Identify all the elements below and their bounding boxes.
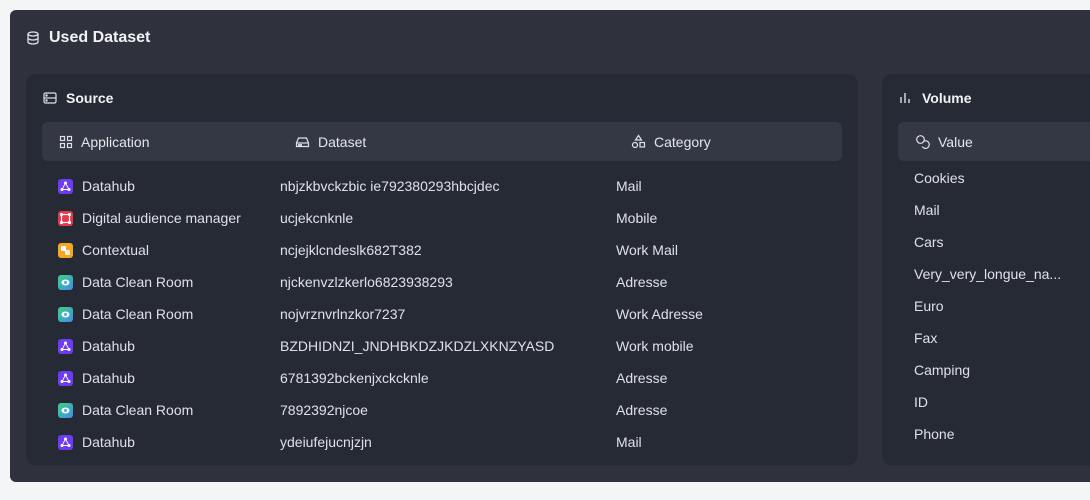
column-label-category: Category (654, 133, 711, 150)
server-icon (43, 91, 57, 105)
coins-icon (915, 134, 930, 149)
hard-drive-icon (295, 135, 310, 149)
volume-value-cell: Mail (914, 202, 940, 218)
volume-value-cell: Phone (914, 426, 955, 442)
column-header-value[interactable]: Value (915, 122, 973, 161)
dataset-cell: 7892392njcoe (280, 402, 368, 418)
volume-card-header: Volume (899, 90, 972, 106)
dataset-cell: BZDHIDNZI_JNDHBKDZJKDZLXKNZYASD (280, 338, 555, 354)
table-row[interactable]: Datahub 6781392bckenjxckcknle Adresse (26, 362, 858, 394)
table-row[interactable]: Data Clean Room 7892392njcoe Adresse (26, 394, 858, 426)
category-cell: Mobile (616, 210, 658, 226)
application-name: Datahub (82, 178, 135, 194)
category-cell: Work Adresse (616, 306, 703, 322)
table-row[interactable]: Digital audience manager ucjekcnknle Mobil… (26, 202, 858, 234)
application-name: Data Clean Room (82, 306, 194, 322)
dataset-cell: ncjejklcndeslk682T382 (280, 242, 422, 258)
application-name: Datahub (82, 370, 135, 386)
category-cell: Adresse (616, 402, 668, 418)
dataset-cell: ucjekcnknle (280, 210, 354, 226)
panel-title: Used Dataset (49, 29, 151, 46)
grid-icon (59, 135, 73, 149)
datahub-icon (58, 178, 73, 194)
category-cell: Adresse (616, 370, 668, 386)
application-cell: Datahub (58, 362, 135, 394)
volume-title: Volume (922, 90, 972, 106)
application-cell: Data Clean Room (58, 394, 193, 426)
shapes-icon (631, 134, 646, 149)
category-cell: Mail (616, 434, 642, 450)
application-name: Datahub (82, 338, 135, 354)
category-cell: Mail (616, 178, 642, 194)
source-card: Source Application Dataset Category Data… (26, 74, 858, 465)
panel-header: Used Dataset (26, 29, 150, 47)
dataset-cell: nojvrznvrlnzkor7237 (280, 306, 406, 322)
application-name: Datahub (82, 434, 135, 450)
volume-value-cell: Euro (914, 298, 944, 314)
source-title: Source (66, 90, 114, 106)
application-cell: Data Clean Room (58, 266, 193, 298)
datahub-icon (58, 338, 73, 354)
table-row[interactable]: Contextual ncjejklcndeslk682T382 Work Mail (26, 234, 858, 266)
dataset-cell: ydeiufejucnjzjn (280, 434, 372, 450)
dataset-cell: nbjzkbvckzbic ie792380293hbcjdec (280, 178, 500, 194)
database-icon (26, 31, 40, 45)
source-table-header: Application Dataset Category (42, 122, 842, 161)
column-label-application: Application (81, 133, 150, 150)
application-cell: Digital audience manager (58, 202, 241, 234)
category-cell: Work Mail (616, 242, 678, 258)
application-name: Data Clean Room (82, 274, 194, 290)
column-label-dataset: Dataset (318, 133, 367, 150)
bar-chart-icon (899, 91, 913, 105)
table-row[interactable]: Data Clean Room nojvrznvrlnzkor7237 Work A… (26, 298, 858, 330)
application-name: Data Clean Room (82, 402, 194, 418)
volume-value-cell: Very_very_longue_na... (914, 266, 1062, 282)
column-header-category[interactable]: Category (631, 122, 711, 161)
table-row[interactable]: Datahub nbjzkbvckzbic ie792380293hbcjdec M… (26, 170, 858, 202)
application-cell: Data Clean Room (58, 298, 193, 330)
application-cell: Contextual (58, 234, 149, 266)
application-name: Digital audience manager (82, 210, 241, 226)
application-cell: Datahub (58, 170, 135, 202)
volume-table-header: Value (898, 122, 1090, 161)
application-cell: Datahub (58, 330, 135, 362)
table-row[interactable]: Datahub BZDHIDNZI_JNDHBKDZJKDZLXKNZYASD Wo… (26, 330, 858, 362)
volume-value-cell: Cars (914, 234, 944, 250)
table-row[interactable]: Data Clean Room njckenvzlzkerlo6823938293… (26, 266, 858, 298)
column-header-dataset[interactable]: Dataset (295, 122, 366, 161)
datahub-icon (58, 434, 73, 450)
category-cell: Adresse (616, 274, 668, 290)
volume-card: Volume Value Cookies Mail Cars Very_very_lo… (882, 74, 1090, 465)
dataset-cell: njckenvzlzkerlo6823938293 (280, 274, 453, 290)
audience-manager-icon (58, 210, 73, 226)
table-row[interactable]: Datahub ydeiufejucnjzjn Mail (26, 426, 858, 458)
volume-value-cell: ID (914, 394, 928, 410)
category-cell: Work mobile (616, 338, 694, 354)
clean-room-icon (58, 274, 73, 290)
application-name: Contextual (82, 242, 149, 258)
source-card-header: Source (43, 90, 113, 106)
datahub-icon (58, 370, 73, 386)
volume-value-cell: Fax (914, 330, 938, 346)
clean-room-icon (58, 306, 73, 322)
column-header-application[interactable]: Application (59, 122, 150, 161)
volume-value-cell: Cookies (914, 170, 965, 186)
dataset-cell: 6781392bckenjxckcknle (280, 370, 429, 386)
clean-room-icon (58, 402, 73, 418)
contextual-icon (58, 242, 73, 258)
column-label-value: Value (938, 133, 973, 150)
application-cell: Datahub (58, 426, 135, 458)
volume-value-cell: Camping (914, 362, 971, 378)
used-dataset-panel: Used Dataset Source Application Dataset … (10, 10, 1090, 482)
